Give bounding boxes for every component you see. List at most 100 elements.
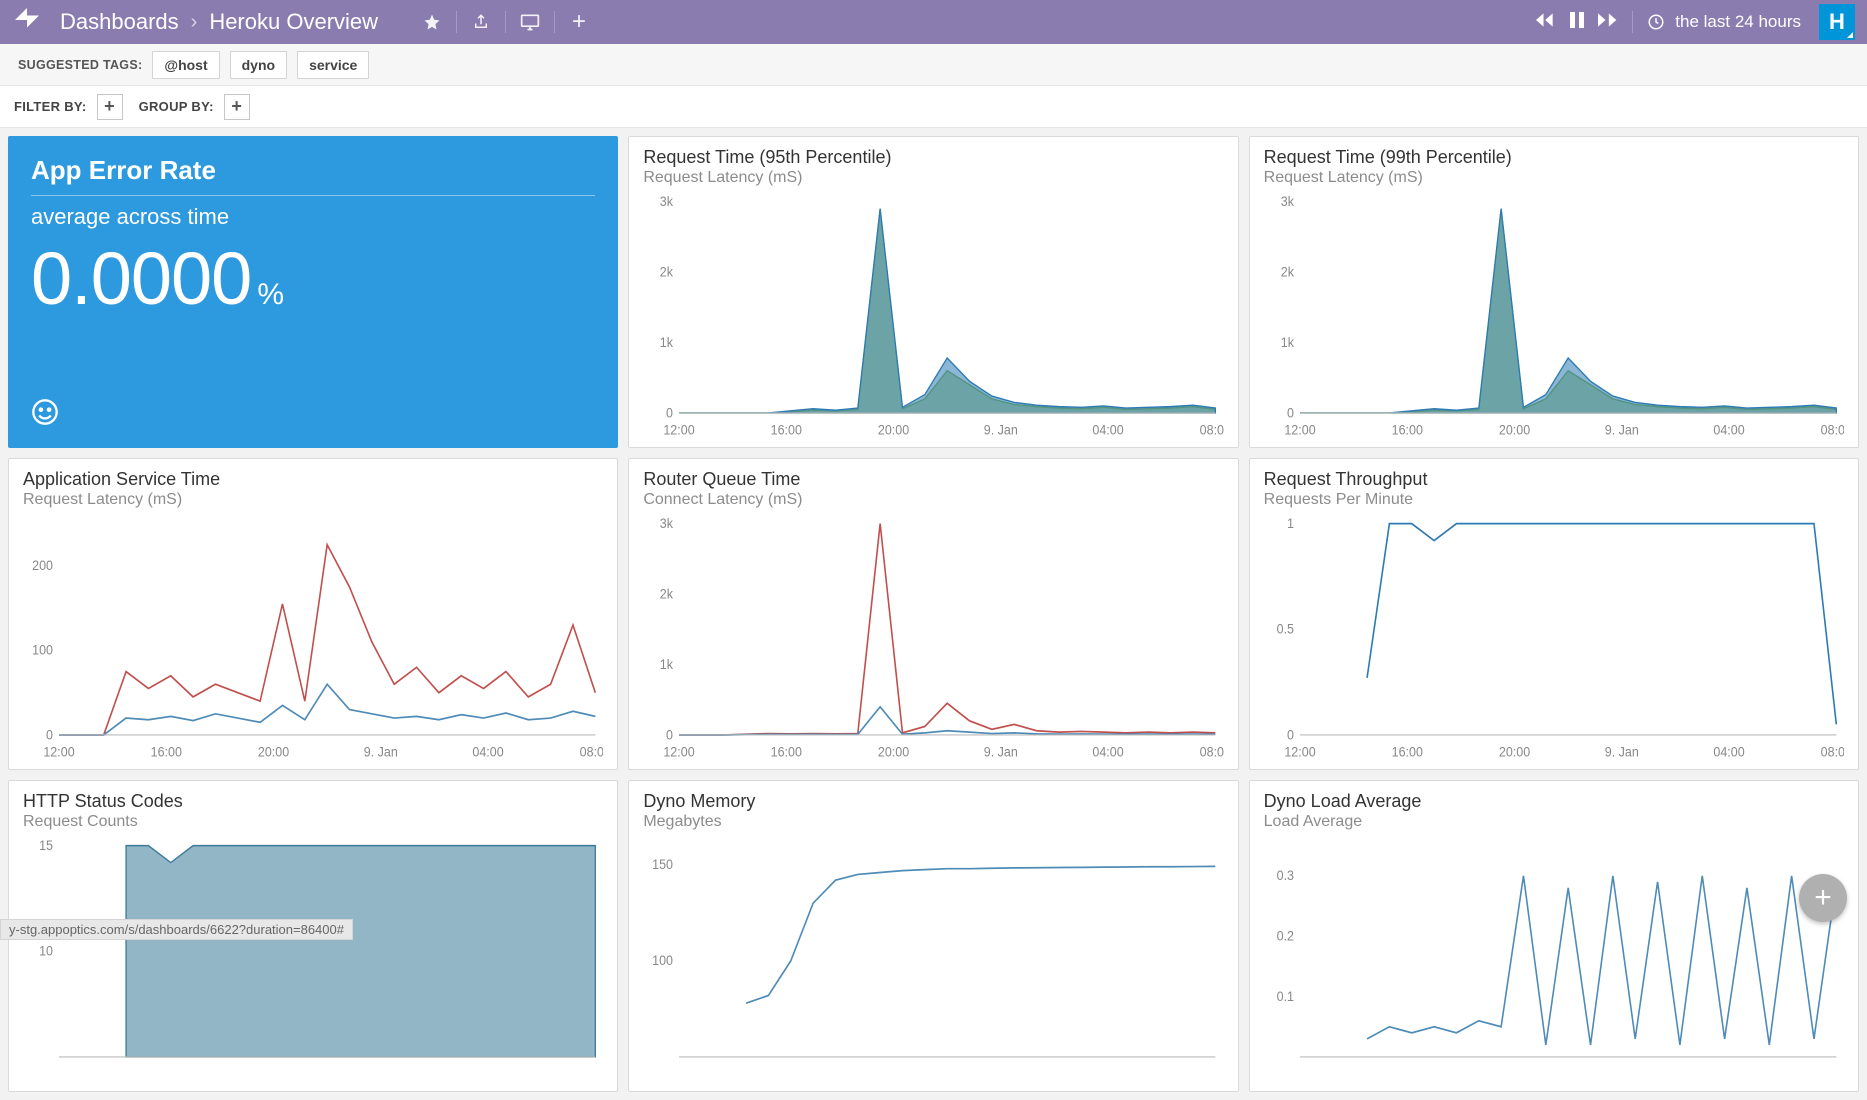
- filter-add-button[interactable]: +: [97, 94, 123, 120]
- panel-app-service-time[interactable]: Application Service Time Request Latency…: [8, 458, 618, 770]
- svg-text:04:00: 04:00: [1093, 422, 1124, 438]
- chart: 01k2k3k12:0016:0020:009. Jan04:0008:00: [1264, 193, 1844, 441]
- svg-text:04:00: 04:00: [1713, 744, 1744, 760]
- panel-dyno-memory[interactable]: Dyno Memory Megabytes 100 150: [628, 780, 1238, 1092]
- panel-title: HTTP Status Codes: [23, 791, 603, 812]
- svg-text:16:00: 16:00: [771, 422, 802, 438]
- svg-text:10: 10: [39, 943, 53, 959]
- svg-text:1k: 1k: [1280, 334, 1294, 350]
- svg-text:0: 0: [666, 727, 673, 743]
- svg-text:100: 100: [32, 642, 53, 658]
- panel-rt95[interactable]: Request Time (95th Percentile) Request L…: [628, 136, 1238, 448]
- fab-add-panel[interactable]: +: [1799, 874, 1847, 922]
- svg-text:12:00: 12:00: [1284, 744, 1315, 760]
- svg-text:2k: 2k: [1280, 264, 1294, 280]
- svg-text:15: 15: [39, 837, 53, 853]
- svg-text:2k: 2k: [660, 264, 674, 280]
- group-add-button[interactable]: +: [224, 94, 250, 120]
- panel-subtitle: Request Latency (mS): [1264, 169, 1844, 187]
- svg-text:150: 150: [652, 857, 673, 873]
- svg-text:20:00: 20:00: [258, 744, 289, 760]
- panel-subtitle[interactable]: Requests Per Minute: [1264, 491, 1844, 509]
- suggested-tags-row: SUGGESTED TAGS: @host dyno service: [0, 44, 1867, 86]
- panel-title: Application Service Time: [23, 469, 603, 490]
- svg-text:100: 100: [652, 953, 673, 969]
- chart: 010020012:0016:0020:009. Jan04:0008:00: [23, 515, 603, 763]
- filter-row: FILTER BY: + GROUP BY: +: [0, 86, 1867, 128]
- svg-text:20:00: 20:00: [1499, 744, 1530, 760]
- panel-subtitle: Request Latency (mS): [23, 491, 603, 509]
- tag-service[interactable]: service: [297, 51, 369, 79]
- svg-text:1: 1: [1287, 515, 1294, 531]
- panel-title: Dyno Memory: [643, 791, 1223, 812]
- pause-icon[interactable]: [1570, 12, 1584, 33]
- svg-text:08:00: 08:00: [1820, 744, 1844, 760]
- share-icon[interactable]: [467, 8, 495, 36]
- tag-host[interactable]: @host: [152, 51, 219, 79]
- svg-text:0: 0: [1287, 405, 1294, 421]
- timerange-picker[interactable]: the last 24 hours: [1647, 12, 1801, 32]
- svg-text:04:00: 04:00: [1713, 422, 1744, 438]
- svg-text:20:00: 20:00: [1499, 422, 1530, 438]
- title-actions: +: [418, 8, 593, 36]
- forward-icon[interactable]: [1598, 12, 1618, 33]
- chart: 01k2k3k12:0016:0020:009. Jan04:0008:00: [643, 193, 1223, 441]
- svg-text:08:00: 08:00: [1200, 744, 1224, 760]
- svg-text:16:00: 16:00: [151, 744, 182, 760]
- chart: 01k2k3k12:0016:0020:009. Jan04:0008:00: [643, 515, 1223, 763]
- svg-text:20:00: 20:00: [878, 744, 909, 760]
- timerange-label: the last 24 hours: [1675, 12, 1801, 32]
- star-icon[interactable]: [418, 8, 446, 36]
- svg-text:3k: 3k: [660, 515, 674, 531]
- svg-text:16:00: 16:00: [1391, 422, 1422, 438]
- chart: 0.10.20.3: [1264, 837, 1844, 1085]
- panel-subtitle[interactable]: Request Counts: [23, 813, 603, 831]
- panel-title: Request Time (95th Percentile): [643, 147, 1223, 168]
- panel-subtitle: Megabytes: [643, 813, 1223, 831]
- dashboard-grid: App Error Rate average across time 0.000…: [0, 128, 1867, 1100]
- panel-subtitle: average across time: [31, 204, 595, 230]
- clock-icon: [1647, 13, 1665, 31]
- panel-throughput[interactable]: Request Throughput Requests Per Minute 0…: [1249, 458, 1859, 770]
- svg-text:08:00: 08:00: [580, 744, 604, 760]
- breadcrumb-leaf[interactable]: Heroku Overview: [209, 9, 378, 35]
- breadcrumb-root[interactable]: Dashboards: [60, 9, 179, 35]
- panel-subtitle: Connect Latency (mS): [643, 491, 1223, 509]
- suggested-tags-label: SUGGESTED TAGS:: [18, 58, 142, 72]
- svg-text:12:00: 12:00: [664, 744, 695, 760]
- chart: 100 150: [643, 837, 1223, 1085]
- svg-text:16:00: 16:00: [1391, 744, 1422, 760]
- panel-title: Request Time (99th Percentile): [1264, 147, 1844, 168]
- topbar: Dashboards › Heroku Overview + the l: [0, 0, 1867, 44]
- svg-text:12:00: 12:00: [43, 744, 74, 760]
- panel-title: Request Throughput: [1264, 469, 1844, 490]
- svg-text:16:00: 16:00: [771, 744, 802, 760]
- filter-by-label: FILTER BY:: [14, 99, 87, 114]
- chart: 00.5112:0016:0020:009. Jan04:0008:00: [1264, 515, 1844, 763]
- tag-dyno[interactable]: dyno: [230, 51, 287, 79]
- panel-subtitle: Load Average: [1264, 813, 1844, 831]
- svg-text:0: 0: [46, 727, 53, 743]
- svg-text:08:00: 08:00: [1200, 422, 1224, 438]
- panel-title: App Error Rate: [31, 155, 595, 186]
- svg-text:9. Jan: 9. Jan: [984, 422, 1018, 438]
- svg-text:20:00: 20:00: [878, 422, 909, 438]
- app-logo[interactable]: [12, 5, 42, 40]
- add-icon[interactable]: +: [565, 8, 593, 36]
- svg-text:1k: 1k: [660, 656, 674, 672]
- big-value: 0.0000 %: [31, 236, 595, 321]
- panel-router-queue[interactable]: Router Queue Time Connect Latency (mS) 0…: [628, 458, 1238, 770]
- avatar[interactable]: H: [1819, 4, 1855, 40]
- status-url: y-stg.appoptics.com/s/dashboards/6622?du…: [0, 919, 353, 940]
- panel-title: Router Queue Time: [643, 469, 1223, 490]
- svg-text:3k: 3k: [660, 193, 674, 209]
- panel-dyno-load[interactable]: Dyno Load Average Load Average 0.10.20.3: [1249, 780, 1859, 1092]
- group-by-label: GROUP BY:: [139, 99, 214, 114]
- present-icon[interactable]: [516, 8, 544, 36]
- svg-text:0.3: 0.3: [1276, 868, 1293, 884]
- panel-app-error-rate[interactable]: App Error Rate average across time 0.000…: [8, 136, 618, 448]
- rewind-icon[interactable]: [1536, 12, 1556, 33]
- panel-title: Dyno Load Average: [1264, 791, 1844, 812]
- svg-text:1k: 1k: [660, 334, 674, 350]
- panel-rt99[interactable]: Request Time (99th Percentile) Request L…: [1249, 136, 1859, 448]
